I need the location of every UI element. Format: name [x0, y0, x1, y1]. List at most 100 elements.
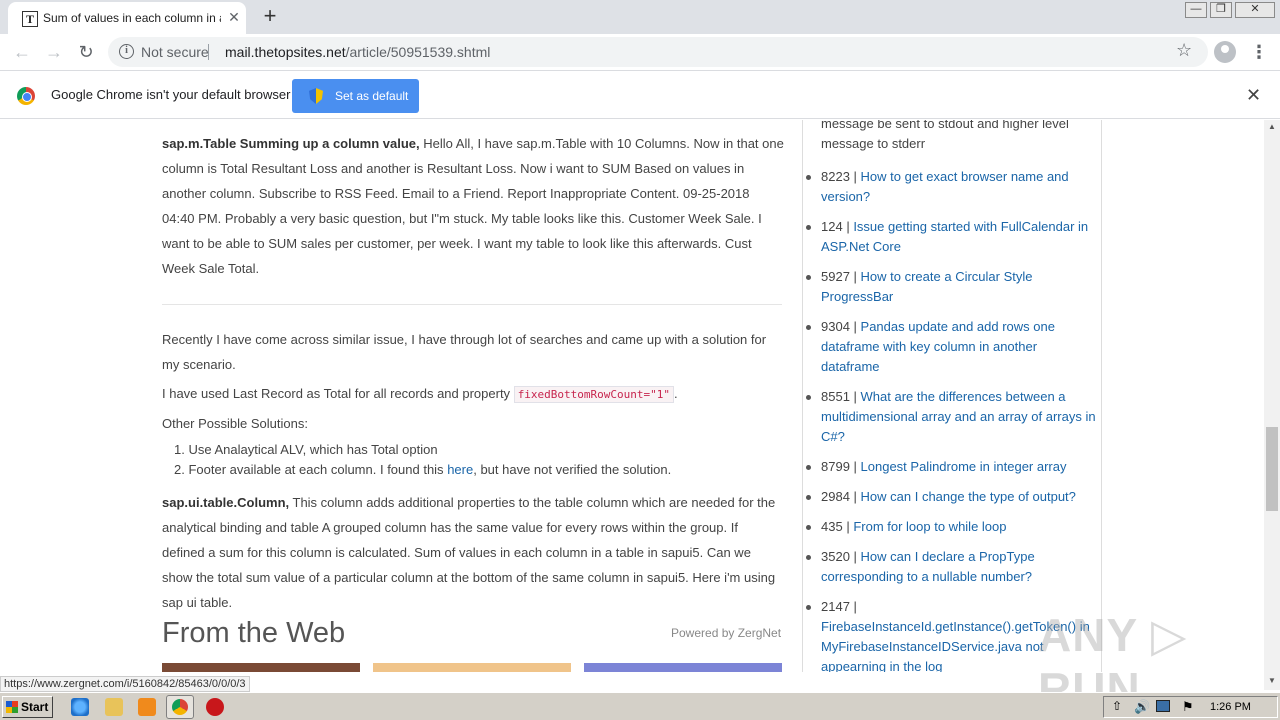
paragraph-1-text: Hello All, I have sap.m.Table with 10 Co… [162, 136, 784, 276]
vertical-scrollbar[interactable]: ▲ ▼ [1264, 120, 1280, 690]
url-text[interactable]: mail.thetopsites.net/article/50951539.sh… [225, 44, 490, 60]
article-paragraph-4: Other Possible Solutions: [162, 416, 308, 431]
zergnet-thumbnail[interactable] [373, 663, 571, 672]
separator: | [842, 219, 854, 234]
separator: | [849, 169, 861, 184]
separator: | [849, 489, 861, 504]
chrome-taskbar-button[interactable] [166, 695, 194, 719]
question-link[interactable]: From for loop to while loop [853, 519, 1006, 534]
profile-icon[interactable] [1214, 41, 1236, 63]
paragraph-5-heading: sap.ui.table.Column, [162, 495, 290, 510]
list-bullet [806, 555, 811, 560]
list-bullet [806, 465, 811, 470]
infobar-message: Google Chrome isn't your default browser [51, 87, 291, 102]
forward-arrow-icon[interactable]: → [41, 39, 67, 65]
list-item: 1. Use Analaytical ALV, which has Total … [174, 442, 438, 457]
list-bullet [806, 275, 811, 280]
question-link[interactable]: How can I change the type of output? [861, 489, 1076, 504]
flag-icon[interactable]: ⚑ [1182, 699, 1194, 715]
paragraph-1-heading: sap.m.Table Summing up a column value, [162, 136, 420, 151]
set-default-button[interactable]: Set as default [292, 79, 419, 113]
back-arrow-icon[interactable]: ← [9, 39, 35, 65]
list-bullet [806, 175, 811, 180]
tray-expand-icon[interactable]: ⇧ [1112, 699, 1122, 713]
new-tab-button[interactable]: + [258, 5, 282, 29]
list-bullet [806, 525, 811, 530]
view-count: 2984 [821, 489, 850, 504]
system-tray: ⇧ 🔊 ⚑ [1103, 696, 1278, 718]
article-paragraph-1: sap.m.Table Summing up a column value, H… [162, 131, 784, 281]
chrome-icon [172, 699, 188, 715]
folder-icon[interactable] [105, 698, 123, 716]
shield-icon [309, 88, 323, 104]
omnibox-divider [208, 44, 209, 60]
menu-icon[interactable]: ⋮ [1250, 40, 1268, 64]
star-icon[interactable]: ☆ [1176, 40, 1192, 61]
list-bullet [806, 395, 811, 400]
scroll-up-arrow-icon[interactable]: ▲ [1264, 122, 1280, 136]
windows-logo-icon [6, 701, 18, 713]
volume-icon[interactable]: 🔊 [1134, 699, 1150, 715]
sidebar-question-item: 8799 | Longest Palindrome in integer arr… [821, 457, 1096, 477]
window-close-button[interactable]: ✕ [1235, 2, 1275, 18]
browser-tab[interactable]: T Sum of values in each column in a tabl… [8, 2, 246, 34]
sidebar-question-item: 124 | Issue getting started with FullCal… [821, 217, 1096, 257]
tab-strip: T Sum of values in each column in a tabl… [0, 0, 1280, 34]
maximize-button[interactable]: ❐ [1210, 2, 1232, 18]
network-icon[interactable] [1156, 700, 1170, 712]
separator: | [849, 459, 861, 474]
question-link[interactable]: Longest Palindrome in integer array [861, 459, 1067, 474]
tab-close-icon[interactable]: ✕ [225, 8, 243, 26]
list-item-text: Footer available at each column. I found… [188, 462, 448, 477]
view-count: 5927 [821, 269, 850, 284]
solutions-list: 1. Use Analaytical ALV, which has Total … [162, 440, 784, 480]
view-count: 2147 [821, 599, 850, 614]
view-count: 8223 [821, 169, 850, 184]
list-item: 2. Footer available at each column. I fo… [174, 462, 672, 477]
list-bullet [806, 225, 811, 230]
address-bar[interactable]: i Not secure mail.thetopsites.net/articl… [108, 37, 1208, 67]
article-paragraph-5: sap.ui.table.Column, This column adds ad… [162, 490, 784, 615]
tab-title: Sum of values in each column in a table … [43, 11, 221, 25]
question-link[interactable]: What are the differences between a multi… [821, 389, 1096, 444]
paragraph-3-text: I have used Last Record as Total for all… [162, 386, 514, 401]
separator: | [842, 519, 854, 534]
start-button[interactable]: Start [2, 696, 53, 718]
windows-taskbar: Start ⇧ 🔊 ⚑ 1:26 PM [0, 692, 1280, 720]
reload-icon[interactable]: ↻ [73, 39, 99, 65]
sidebar-question-item: 2984 | How can I change the type of outp… [821, 487, 1096, 507]
url-path: /article/50951539.shtml [345, 44, 491, 60]
separator: | [849, 549, 861, 564]
info-icon[interactable]: i [119, 44, 134, 59]
scroll-thumb[interactable] [1266, 427, 1278, 511]
separator: | [849, 389, 861, 404]
browser-toolbar: ← → ↻ i Not secure mail.thetopsites.net/… [0, 34, 1280, 71]
zergnet-thumbnail[interactable] [584, 663, 782, 672]
paragraph-3-end: . [674, 386, 678, 401]
sidebar-top-fragment-link[interactable]: message be sent to stdout and higher lev… [821, 120, 1096, 154]
powered-by-label[interactable]: Powered by ZergNet [671, 626, 781, 640]
here-link[interactable]: here [447, 462, 473, 477]
chrome-logo-icon [17, 87, 35, 105]
security-label: Not secure [141, 44, 209, 60]
status-bar-url: https://www.zergnet.com/i/5160842/85463/… [0, 676, 250, 692]
view-count: 3520 [821, 549, 850, 564]
view-count: 8551 [821, 389, 850, 404]
url-host: mail.thetopsites.net [225, 44, 346, 60]
site-favicon-icon: T [22, 11, 38, 27]
code-snippet: fixedBottomRowCount="1" [513, 386, 675, 403]
separator: | [849, 269, 861, 284]
sidebar-question-item: 5927 | How to create a Circular Style Pr… [821, 267, 1096, 307]
sidebar-question-item: 8551 | What are the differences between … [821, 387, 1096, 447]
article-paragraph-2: Recently I have come across similar issu… [162, 332, 767, 372]
infobar-close-icon[interactable]: ✕ [1246, 85, 1261, 106]
zergnet-thumbnail[interactable] [162, 663, 360, 672]
antivirus-icon[interactable] [206, 698, 224, 716]
media-player-icon[interactable] [138, 698, 156, 716]
separator: | [849, 319, 861, 334]
from-the-web-heading: From the Web [162, 617, 346, 649]
internet-explorer-icon[interactable] [71, 698, 89, 716]
question-link[interactable]: Issue getting started with FullCalendar … [821, 219, 1088, 254]
minimize-button[interactable]: — [1185, 2, 1207, 18]
article-paragraph-3: I have used Last Record as Total for all… [162, 381, 784, 407]
